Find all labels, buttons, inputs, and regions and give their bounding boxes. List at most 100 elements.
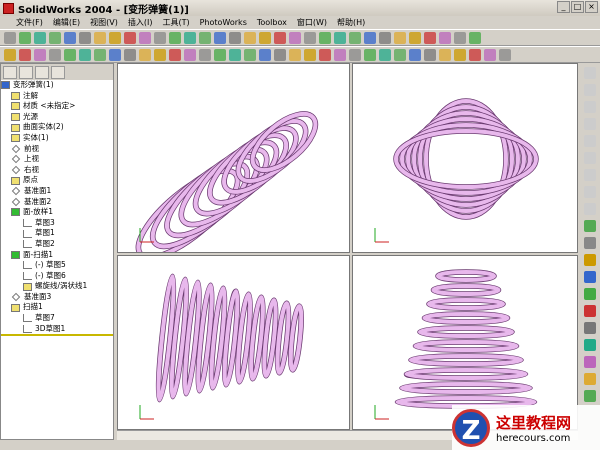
tree-item[interactable]: 面-放样1 (1, 207, 113, 218)
menu-item[interactable]: 帮助(H) (337, 17, 365, 28)
toolbar-button[interactable] (259, 48, 271, 61)
tree-item[interactable]: 右视 (1, 165, 113, 176)
view-toolbar-button[interactable] (584, 237, 596, 249)
toolbar-button[interactable] (424, 31, 436, 44)
toolbar-button[interactable] (124, 48, 136, 61)
toolbar-button[interactable] (379, 48, 391, 61)
viewport-right[interactable] (352, 255, 578, 430)
toolbar-button[interactable] (379, 31, 391, 44)
view-toolbar-button[interactable] (584, 84, 596, 96)
tree-item[interactable]: 基准面1 (1, 186, 113, 197)
toolbar-button[interactable] (469, 48, 481, 61)
toolbar-button[interactable] (259, 31, 271, 44)
toolbar-button[interactable] (64, 48, 76, 61)
tree-item[interactable]: 3D草图1 (1, 324, 113, 335)
toolbar-button[interactable] (94, 31, 106, 44)
toolbar-button[interactable] (334, 48, 346, 61)
toolbar-button[interactable] (364, 31, 376, 44)
tree-item[interactable]: (-) 草图5 (1, 260, 113, 271)
toolbar-button[interactable] (409, 31, 421, 44)
toolbar-button[interactable] (364, 48, 376, 61)
toolbar-button[interactable] (19, 48, 31, 61)
toolbar-button[interactable] (274, 31, 286, 44)
toolbar-button[interactable] (4, 31, 16, 44)
minimize-button[interactable]: _ (557, 1, 570, 13)
menu-item[interactable]: 窗口(W) (297, 17, 327, 28)
view-toolbar-button[interactable] (584, 390, 596, 402)
toolbar-button[interactable] (4, 48, 16, 61)
menu-item[interactable]: 文件(F) (16, 17, 43, 28)
toolbar-button[interactable] (109, 31, 121, 44)
toolbar-button[interactable] (469, 31, 481, 44)
toolbar-button[interactable] (274, 48, 286, 61)
toolbar-button[interactable] (244, 31, 256, 44)
menu-item[interactable]: 编辑(E) (53, 17, 80, 28)
toolbar-button[interactable] (214, 31, 226, 44)
close-button[interactable]: × (585, 1, 598, 13)
tree-item[interactable]: 材质 <未指定> (1, 101, 113, 112)
display-manager-tab[interactable] (51, 66, 65, 79)
toolbar-button[interactable] (79, 31, 91, 44)
view-toolbar-button[interactable] (584, 135, 596, 147)
toolbar-button[interactable] (499, 48, 511, 61)
toolbar-button[interactable] (184, 48, 196, 61)
view-toolbar-button[interactable] (584, 356, 596, 368)
toolbar-button[interactable] (139, 31, 151, 44)
toolbar-button[interactable] (124, 31, 136, 44)
toolbar-button[interactable] (319, 48, 331, 61)
viewport-front[interactable] (117, 255, 350, 430)
toolbar-button[interactable] (304, 48, 316, 61)
tree-item[interactable]: 光源 (1, 112, 113, 123)
view-toolbar-button[interactable] (584, 152, 596, 164)
view-toolbar-button[interactable] (584, 305, 596, 317)
toolbar-button[interactable] (199, 31, 211, 44)
maximize-button[interactable]: □ (571, 1, 584, 13)
toolbar-button[interactable] (289, 31, 301, 44)
view-toolbar-button[interactable] (584, 271, 596, 283)
property-manager-tab[interactable] (19, 66, 33, 79)
toolbar-button[interactable] (214, 48, 226, 61)
toolbar-button[interactable] (184, 31, 196, 44)
toolbar-button[interactable] (424, 48, 436, 61)
view-toolbar-button[interactable] (584, 186, 596, 198)
tree-item[interactable]: 前视 (1, 144, 113, 155)
tree-item[interactable]: 螺旋线/涡状线1 (1, 281, 113, 292)
toolbar-button[interactable] (64, 31, 76, 44)
toolbar-button[interactable] (79, 48, 91, 61)
toolbar-button[interactable] (34, 48, 46, 61)
tree-item[interactable]: 草图3 (1, 218, 113, 229)
toolbar-button[interactable] (109, 48, 121, 61)
toolbar-button[interactable] (169, 48, 181, 61)
view-toolbar-button[interactable] (584, 220, 596, 232)
toolbar-button[interactable] (154, 48, 166, 61)
tree-item[interactable]: 扫描1 (1, 302, 113, 313)
tree-item[interactable]: (-) 草图6 (1, 271, 113, 282)
menu-item[interactable]: 视图(V) (90, 17, 118, 28)
toolbar-button[interactable] (49, 48, 61, 61)
view-toolbar-button[interactable] (584, 373, 596, 385)
view-toolbar-button[interactable] (584, 322, 596, 334)
tree-item[interactable]: 基准面3 (1, 292, 113, 303)
toolbar-button[interactable] (139, 48, 151, 61)
toolbar-button[interactable] (454, 31, 466, 44)
toolbar-button[interactable] (409, 48, 421, 61)
view-toolbar-button[interactable] (584, 254, 596, 266)
menu-item[interactable]: PhotoWorks (200, 18, 247, 27)
toolbar-button[interactable] (349, 31, 361, 44)
tree-item[interactable]: 面-扫描1 (1, 250, 113, 261)
toolbar-button[interactable] (439, 48, 451, 61)
toolbar-button[interactable] (454, 48, 466, 61)
toolbar-button[interactable] (334, 31, 346, 44)
menu-item[interactable]: Toolbox (257, 18, 287, 27)
configuration-manager-tab[interactable] (35, 66, 49, 79)
view-toolbar-button[interactable] (584, 101, 596, 113)
view-toolbar-button[interactable] (584, 169, 596, 181)
toolbar-button[interactable] (199, 48, 211, 61)
toolbar-button[interactable] (34, 31, 46, 44)
toolbar-button[interactable] (154, 31, 166, 44)
tree-root[interactable]: 变形弹簧(1) (1, 80, 113, 91)
tree-item[interactable]: 曲面实体(2) (1, 122, 113, 133)
toolbar-button[interactable] (169, 31, 181, 44)
toolbar-button[interactable] (229, 48, 241, 61)
toolbar-button[interactable] (349, 48, 361, 61)
